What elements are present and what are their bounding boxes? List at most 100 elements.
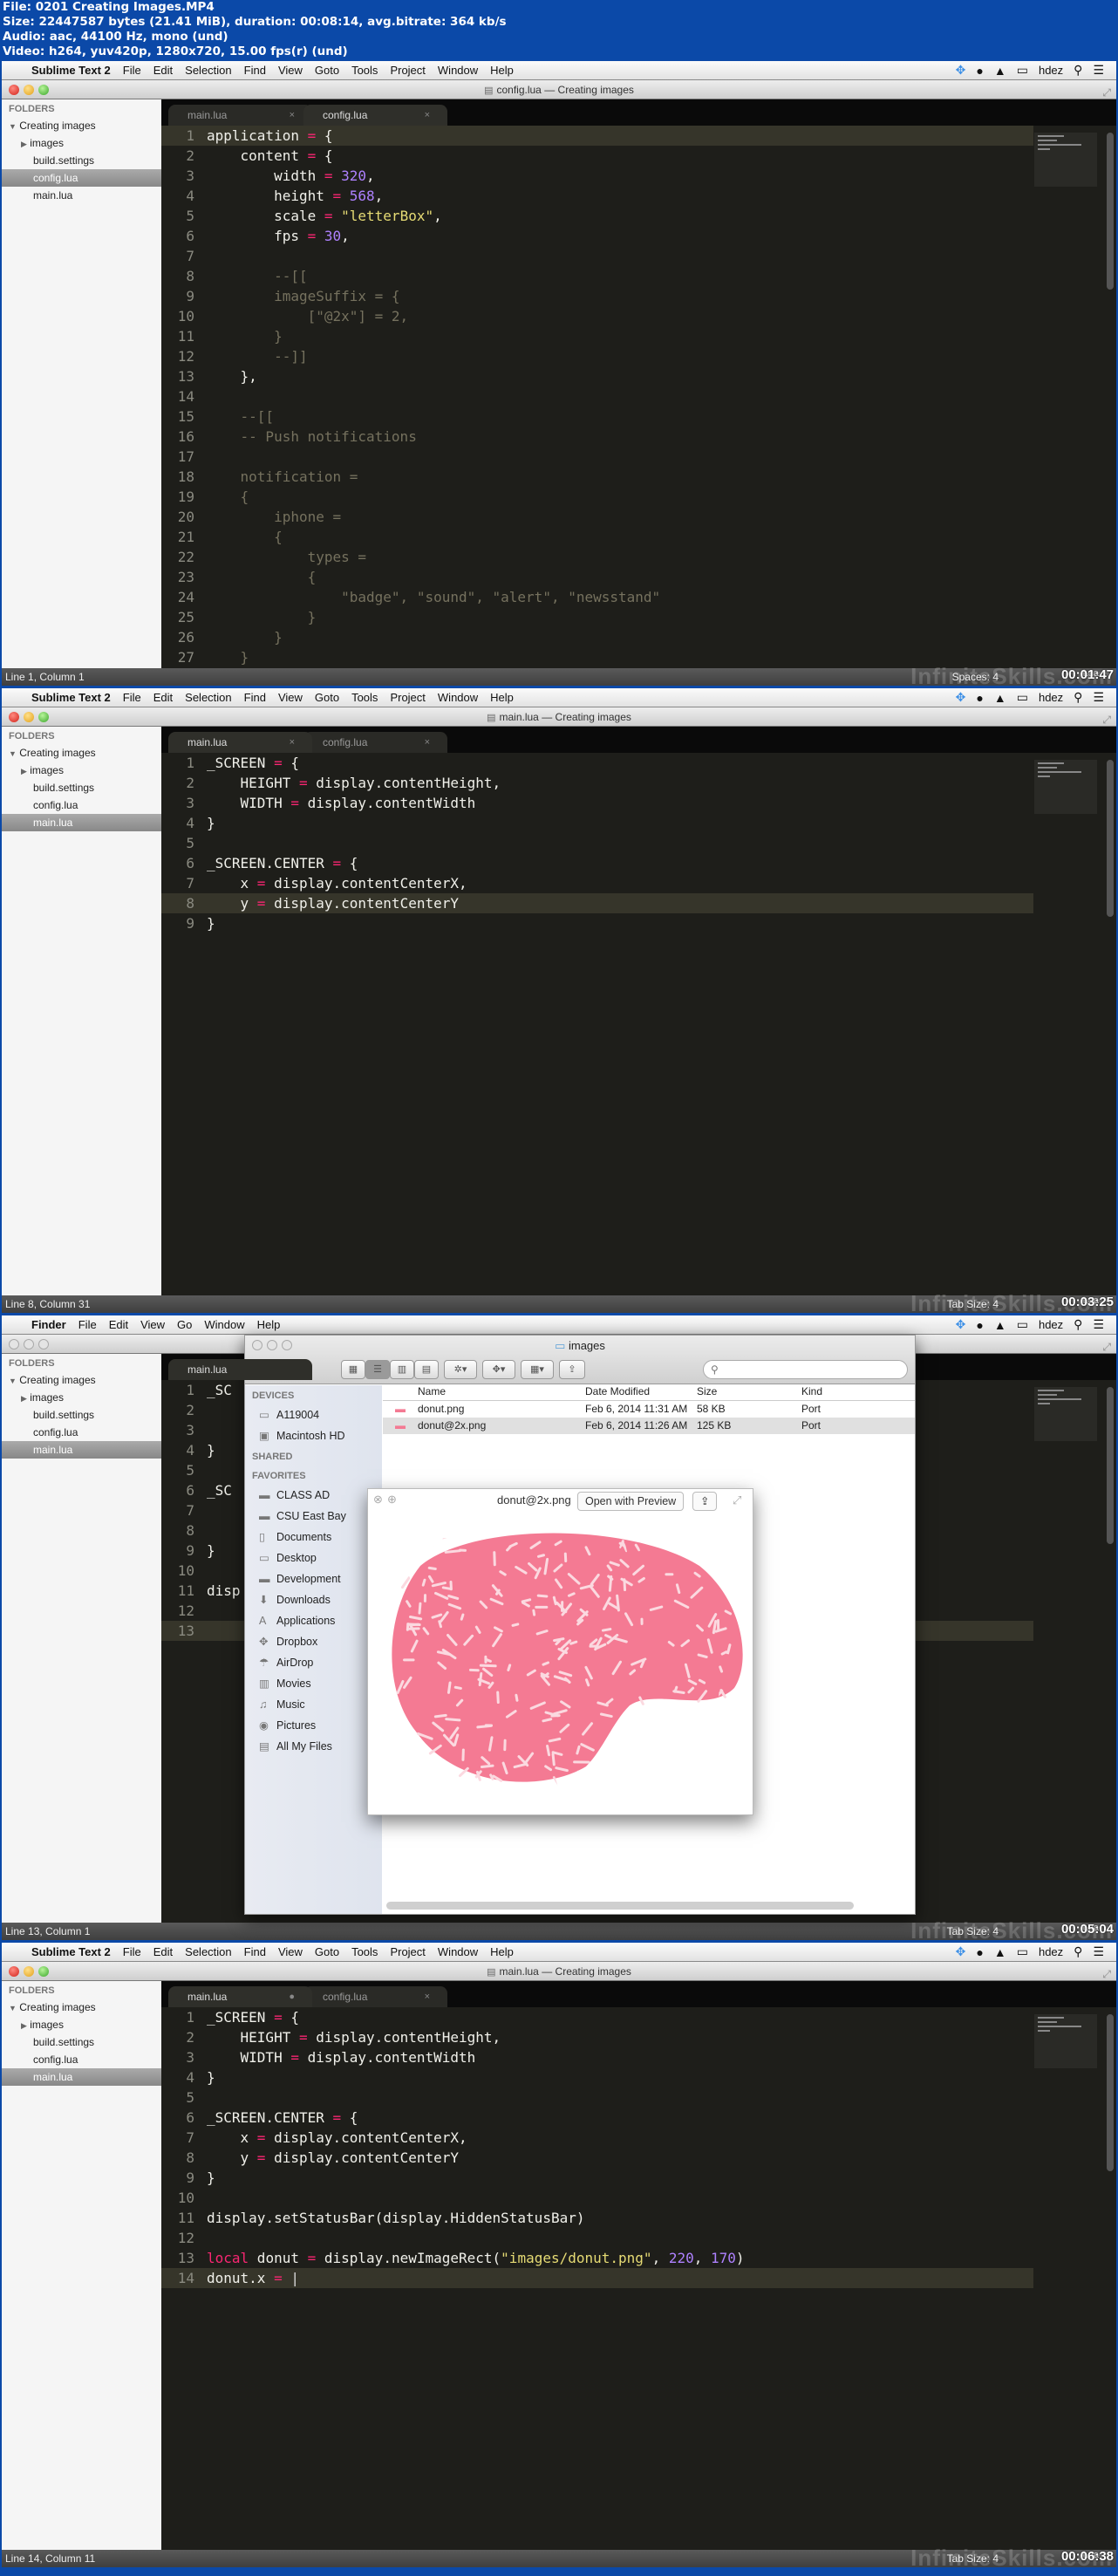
column-date-modified[interactable]: Date Modified bbox=[585, 1385, 650, 1397]
vertical-scrollbar[interactable] bbox=[1107, 133, 1114, 290]
menu-tools[interactable]: Tools bbox=[351, 64, 378, 77]
code-line[interactable]: 7 bbox=[161, 246, 1116, 266]
code-line[interactable]: 3 WIDTH = display.contentWidth bbox=[161, 793, 1116, 813]
close-window-button[interactable] bbox=[9, 712, 19, 722]
disclosure-open-icon[interactable]: ▼ bbox=[9, 2004, 17, 2012]
sidebar-item-main-lua[interactable]: main.lua bbox=[2, 814, 161, 831]
google-drive-icon[interactable]: ▲ bbox=[994, 64, 1006, 78]
display-icon[interactable]: ▭ bbox=[1017, 63, 1028, 78]
disclosure-open-icon[interactable]: ▼ bbox=[9, 122, 17, 131]
dropbox-icon[interactable]: ✥ bbox=[956, 63, 966, 78]
vertical-scrollbar[interactable] bbox=[1107, 2014, 1114, 2171]
zoom-window-button[interactable] bbox=[38, 85, 49, 95]
code-area[interactable]: 1 _SCREEN = {2 HEIGHT = display.contentHe… bbox=[161, 753, 1116, 1295]
unsaved-dot-icon[interactable]: ● bbox=[289, 1986, 295, 2007]
search-icon[interactable]: ⚲ bbox=[1074, 1317, 1082, 1332]
sidebar-favorite-airdrop[interactable]: ☂ AirDrop bbox=[245, 1652, 382, 1673]
sidebar-item-images[interactable]: ▶ images bbox=[2, 134, 161, 152]
user-menu[interactable]: hdez bbox=[1039, 64, 1063, 77]
dropbox-icon[interactable]: ✥ bbox=[956, 690, 966, 705]
sidebar-favorite-csu-east-bay[interactable]: ▬ CSU East Bay bbox=[245, 1506, 382, 1527]
list-icon[interactable]: ☰ bbox=[1093, 63, 1104, 78]
list-icon[interactable]: ☰ bbox=[1093, 1944, 1104, 1959]
menu-edit[interactable]: Edit bbox=[153, 691, 173, 704]
close-window-button[interactable] bbox=[9, 1966, 19, 1977]
sidebar-favorite-movies[interactable]: ▥ Movies bbox=[245, 1673, 382, 1694]
zoom-window-button[interactable] bbox=[38, 712, 49, 722]
sidebar-item-build-settings[interactable]: build.settings bbox=[2, 1406, 161, 1424]
code-line[interactable]: 6 _SCREEN.CENTER = { bbox=[161, 853, 1116, 873]
sidebar-item-images[interactable]: ▶ images bbox=[2, 1389, 161, 1406]
code-line[interactable]: 6 fps = 30, bbox=[161, 226, 1116, 246]
close-tab-icon[interactable]: × bbox=[425, 1986, 430, 2007]
google-drive-icon[interactable]: ▲ bbox=[994, 1318, 1006, 1332]
sidebar-item-images[interactable]: ▶ images bbox=[2, 2016, 161, 2033]
code-line[interactable]: 4 height = 568, bbox=[161, 186, 1116, 206]
code-line[interactable]: 1 _SCREEN = { bbox=[161, 753, 1116, 773]
sidebar-favorite-music[interactable]: ♫ Music bbox=[245, 1694, 382, 1715]
menu-help[interactable]: Help bbox=[490, 691, 514, 704]
action-menu-button[interactable]: ✲▾ bbox=[444, 1360, 477, 1379]
file-row[interactable]: ▬ donut.png Feb 6, 2014 11:31 AM 58 KB Port bbox=[383, 1401, 915, 1418]
tab-main-lua[interactable]: main.lua × bbox=[168, 105, 312, 126]
code-line[interactable]: 9} bbox=[161, 2168, 1116, 2188]
close-tab-icon[interactable]: × bbox=[290, 732, 295, 753]
menu-tools[interactable]: Tools bbox=[351, 1945, 378, 1958]
menu-window[interactable]: Window bbox=[438, 691, 478, 704]
code-line[interactable]: 26 } bbox=[161, 627, 1116, 647]
list-icon[interactable]: ☰ bbox=[1093, 690, 1104, 705]
code-line[interactable]: 8 y = display.contentCenterY bbox=[161, 893, 1033, 913]
close-window-button[interactable] bbox=[9, 1339, 19, 1349]
menu-project[interactable]: Project bbox=[390, 64, 425, 77]
sidebar-favorite-development[interactable]: ▬ Development bbox=[245, 1568, 382, 1589]
menu-view[interactable]: View bbox=[140, 1318, 165, 1331]
menu-view[interactable]: View bbox=[278, 1945, 303, 1958]
code-line[interactable]: 5 bbox=[161, 833, 1116, 853]
code-line[interactable]: 6 _SCREEN.CENTER = { bbox=[161, 2108, 1116, 2128]
zoom-window-button[interactable] bbox=[38, 1339, 49, 1349]
vertical-scrollbar[interactable] bbox=[1107, 1387, 1114, 1544]
tab-config-lua[interactable]: config.lua × bbox=[303, 1986, 447, 2007]
search-icon[interactable]: ⚲ bbox=[1074, 1944, 1082, 1959]
menu-window[interactable]: Window bbox=[204, 1318, 244, 1331]
share-button[interactable]: ⇪ bbox=[692, 1492, 718, 1511]
tab-main-lua[interactable]: main.lua bbox=[168, 1359, 312, 1380]
menu-view[interactable]: View bbox=[278, 64, 303, 77]
display-icon[interactable]: ▭ bbox=[1017, 690, 1028, 705]
menu-goto[interactable]: Goto bbox=[315, 1945, 339, 1958]
menu-help[interactable]: Help bbox=[490, 64, 514, 77]
sidebar-item-config-lua[interactable]: config.lua bbox=[2, 169, 161, 187]
zoom-window-button[interactable] bbox=[38, 1966, 49, 1977]
quicklook-fullscreen-icon[interactable]: ⊕ bbox=[387, 1493, 397, 1507]
code-line[interactable]: 11 } bbox=[161, 326, 1116, 346]
google-drive-icon[interactable]: ▲ bbox=[994, 1945, 1006, 1959]
app-menu[interactable]: Sublime Text 2 bbox=[31, 691, 111, 704]
code-line[interactable]: 22 types = bbox=[161, 547, 1116, 567]
app-menu[interactable]: Sublime Text 2 bbox=[31, 64, 111, 77]
code-line[interactable]: 8 y = display.contentCenterY bbox=[161, 2148, 1116, 2168]
column-size[interactable]: Size bbox=[697, 1385, 767, 1397]
menu-window[interactable]: Window bbox=[438, 64, 478, 77]
quicklook-close-icon[interactable]: ⊗ bbox=[373, 1493, 383, 1507]
code-line[interactable]: 2 content = { bbox=[161, 146, 1116, 166]
sidebar-project-folder[interactable]: ▼ Creating images bbox=[2, 117, 161, 134]
code-line[interactable]: 3 width = 320, bbox=[161, 166, 1116, 186]
code-line[interactable]: 4} bbox=[161, 813, 1116, 833]
code-line[interactable]: 2 HEIGHT = display.contentHeight, bbox=[161, 773, 1116, 793]
code-line[interactable]: 14 donut.x = | bbox=[161, 2268, 1033, 2288]
sidebar-item-main-lua[interactable]: main.lua bbox=[2, 2068, 161, 2086]
close-tab-icon[interactable]: × bbox=[290, 105, 295, 126]
sidebar-item-build-settings[interactable]: build.settings bbox=[2, 779, 161, 796]
minimize-window-button[interactable] bbox=[24, 1339, 34, 1349]
menu-project[interactable]: Project bbox=[390, 691, 425, 704]
share-button[interactable]: ⇪ bbox=[559, 1360, 585, 1379]
sidebar-favorite-all-my-files[interactable]: ▤ All My Files bbox=[245, 1736, 382, 1757]
sidebar-item-config-lua[interactable]: config.lua bbox=[2, 796, 161, 814]
expand-icon[interactable]: ⤢ bbox=[733, 1493, 741, 1507]
display-icon[interactable]: ▭ bbox=[1017, 1944, 1028, 1959]
notification-bell-icon[interactable]: ● bbox=[976, 64, 983, 78]
search-icon[interactable]: ⚲ bbox=[1074, 63, 1082, 78]
code-line[interactable]: 3 WIDTH = display.contentWidth bbox=[161, 2047, 1116, 2067]
menu-find[interactable]: Find bbox=[244, 64, 266, 77]
tab-main-lua[interactable]: main.lua ● bbox=[168, 1986, 312, 2007]
